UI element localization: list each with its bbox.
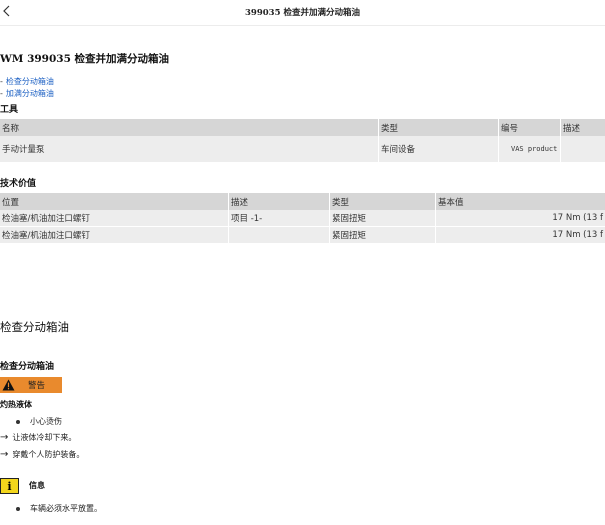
- row-base-value: 17 Nm (13 f: [435, 227, 605, 243]
- info-label: 信息: [29, 481, 45, 490]
- row-type: 紧固扭矩: [329, 227, 435, 243]
- tech-values-heading: 技术价值: [0, 179, 37, 189]
- column-header-type: 类型: [329, 193, 435, 210]
- bullet-text: 小心烫伤: [30, 417, 62, 426]
- page-header-title: 399035 检查并加满分动箱油: [245, 8, 360, 18]
- section-subtitle: 检查分动箱油: [0, 362, 55, 372]
- bullet-text: 车辆必须水平放置。: [30, 504, 102, 513]
- column-header-description: 描述: [560, 119, 605, 136]
- toc-dash: -: [0, 89, 3, 98]
- link-fill-transfer-oil[interactable]: 加满分动箱油: [6, 88, 54, 100]
- bullet-dot: [16, 506, 20, 511]
- info-icon: i: [0, 478, 19, 494]
- list-item: → 让液体冷却下来。: [0, 432, 76, 443]
- warning-label: 警告: [28, 381, 46, 391]
- tool-name-link[interactable]: 手动计量泵: [0, 136, 378, 162]
- column-header-base-value: 基本值: [435, 193, 605, 210]
- table-row: 检油塞/机油加注口螺钉 紧固扭矩 17 Nm (13 f: [0, 227, 605, 243]
- hot-fluid-heading: 灼热液体: [0, 400, 32, 409]
- column-header-type: 类型: [378, 119, 498, 136]
- column-header-name: 名称: [2, 123, 20, 134]
- table-row: 手动计量泵 车间设备 VAS product: [0, 136, 605, 162]
- step-text: 让液体冷却下来。: [12, 433, 77, 442]
- table-row: 检油塞/机油加注口螺钉 项目 -1- 紧固扭矩 17 Nm (13 f: [0, 210, 605, 227]
- tool-type: 车间设备: [378, 136, 498, 162]
- tech-values-table: 位置 描述 类型 基本值 检油塞/机油加注口螺钉 项目 -1- 紧固扭矩 17 …: [0, 193, 605, 243]
- tools-table-header: 名称 类型 编号 描述: [0, 119, 605, 136]
- row-type: 紧固扭矩: [329, 210, 435, 226]
- step-text: 穿戴个人防护装备。: [12, 450, 85, 459]
- toc-item: - 检查分动箱油: [0, 76, 54, 88]
- tools-table: 名称 类型 编号 描述 手动计量泵 车间设备 VAS product: [0, 119, 605, 162]
- list-item: 小心烫伤: [16, 416, 62, 427]
- document-title: WM 399035 检查并加满分动箱油: [0, 53, 170, 65]
- list-item: → 穿戴个人防护装备。: [0, 449, 84, 460]
- row-description: [228, 227, 329, 243]
- list-item: 车辆必须水平放置。: [16, 503, 102, 514]
- position-link[interactable]: 检油塞/机油加注口螺钉: [0, 227, 228, 243]
- arrow-right-icon: →: [0, 432, 9, 443]
- tech-values-table-header: 位置 描述 类型 基本值: [0, 193, 605, 210]
- section-title: 检查分动箱油: [0, 320, 69, 334]
- toc-item: - 加满分动箱油: [0, 88, 54, 100]
- toc-dash: -: [0, 77, 3, 86]
- column-header-number: 编号: [498, 119, 560, 136]
- row-description: 项目 -1-: [228, 210, 329, 226]
- row-base-value: 17 Nm (13 f: [435, 210, 605, 226]
- arrow-right-icon: →: [0, 449, 9, 460]
- toc-links: - 检查分动箱油 - 加满分动箱油: [0, 76, 54, 100]
- column-header-description: 描述: [228, 193, 329, 210]
- position-link[interactable]: 检油塞/机油加注口螺钉: [0, 210, 228, 226]
- tool-number-link[interactable]: VAS product: [498, 136, 560, 162]
- warning-banner: 警告: [0, 377, 62, 393]
- column-header-position: 位置: [2, 197, 20, 208]
- tools-heading: 工具: [0, 105, 19, 115]
- link-check-transfer-oil[interactable]: 检查分动箱油: [6, 76, 54, 88]
- bullet-dot: [16, 419, 20, 424]
- tool-description: [560, 136, 605, 162]
- top-bar: 399035 检查并加满分动箱油: [0, 0, 605, 26]
- warning-icon: [0, 377, 16, 393]
